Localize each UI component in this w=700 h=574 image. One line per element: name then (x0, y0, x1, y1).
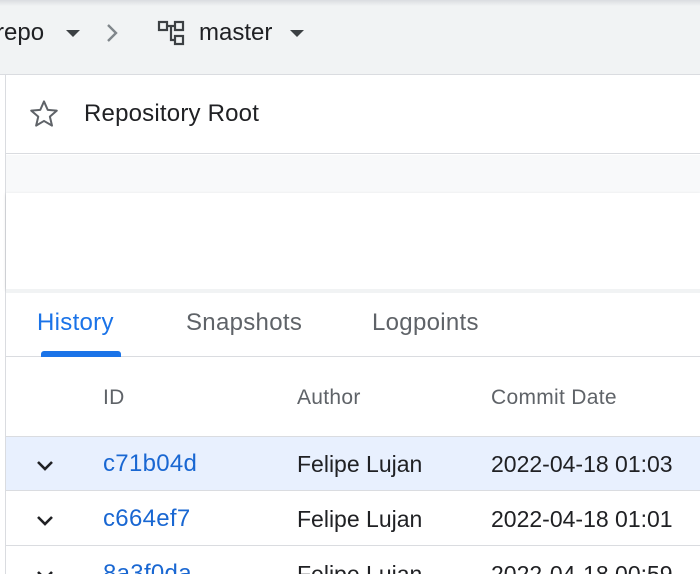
table-row[interactable]: c664ef7 Felipe Lujan 2022-04-18 01:01 (6, 492, 700, 546)
branch-icon (157, 20, 185, 46)
tab-history[interactable]: History (37, 309, 114, 337)
commit-author: Felipe Lujan (297, 451, 423, 477)
chevron-down-icon[interactable] (34, 509, 56, 531)
table-row[interactable]: c71b04d Felipe Lujan 2022-04-18 01:03 (6, 437, 700, 491)
active-tab-indicator (41, 351, 121, 357)
commit-id-link[interactable]: c664ef7 (103, 505, 191, 533)
chevron-down-icon[interactable] (34, 564, 56, 574)
tab-bar: History Snapshots Logpoints (6, 293, 700, 357)
column-header-commit-date[interactable]: Commit Date (491, 386, 617, 410)
dropdown-arrow-icon (290, 29, 305, 37)
table-row[interactable]: 8a3f0da Felipe Lujan 2022-04-18 00:59 (6, 547, 700, 574)
section-spacer (6, 155, 700, 193)
commit-id-link[interactable]: 8a3f0da (103, 560, 192, 574)
commit-date: 2022-04-18 00:59 (491, 561, 673, 574)
empty-panel (6, 193, 700, 289)
repo-selector[interactable]: repo (0, 18, 81, 48)
chevron-right-icon (107, 24, 118, 42)
star-outline-icon[interactable] (28, 98, 60, 130)
page-title: Repository Root (84, 100, 260, 127)
chevron-down-icon[interactable] (34, 454, 56, 476)
commit-author: Felipe Lujan (297, 561, 423, 574)
commit-date: 2022-04-18 01:01 (491, 506, 673, 532)
repo-label: repo (0, 19, 45, 46)
title-row: Repository Root (6, 76, 700, 154)
breadcrumb: repo master (0, 0, 700, 75)
table-header: ID Author Commit Date (6, 358, 700, 437)
tab-snapshots[interactable]: Snapshots (186, 309, 302, 337)
top-shadow (0, 0, 700, 6)
commit-author: Felipe Lujan (297, 506, 423, 532)
column-header-id[interactable]: ID (103, 386, 125, 410)
dropdown-arrow-icon (66, 29, 81, 37)
branch-selector[interactable]: master (157, 18, 305, 48)
tab-logpoints[interactable]: Logpoints (372, 309, 479, 337)
commit-date: 2022-04-18 01:03 (491, 451, 673, 477)
column-header-author[interactable]: Author (297, 386, 361, 410)
branch-label: master (199, 19, 273, 46)
commit-id-link[interactable]: c71b04d (103, 450, 197, 478)
